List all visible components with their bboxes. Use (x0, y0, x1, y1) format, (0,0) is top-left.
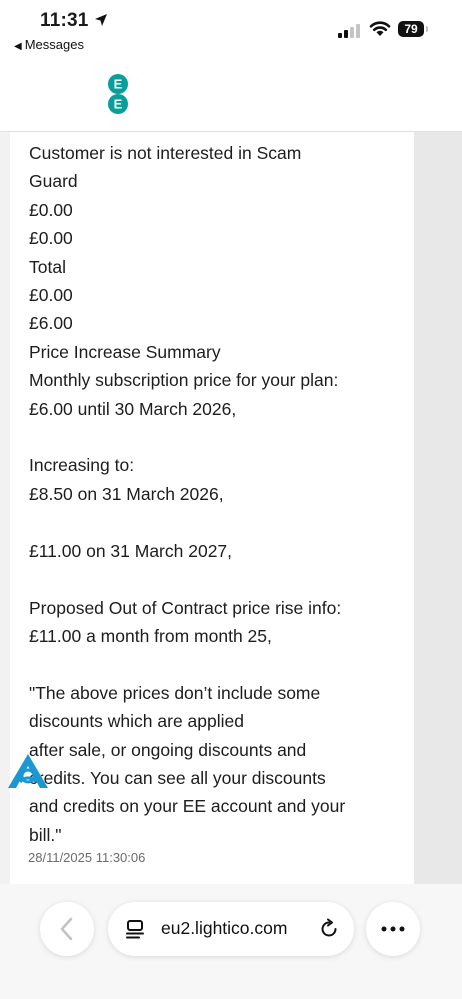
page-menu-icon (126, 920, 144, 939)
side-panel (414, 132, 462, 884)
clock-time: 11:31 (40, 10, 89, 31)
content-area[interactable]: Customer is not interested in Scam Guard… (0, 132, 462, 884)
back-to-messages-link[interactable]: ◀ Messages (14, 37, 84, 52)
accessibility-widget-icon[interactable] (6, 752, 50, 790)
more-options-button[interactable] (366, 902, 420, 956)
address-bar[interactable]: eu2.lightico.com (108, 902, 354, 956)
battery-tip (426, 26, 428, 32)
chevron-left-icon (60, 917, 73, 941)
location-arrow-icon (95, 14, 107, 26)
ee-logo: E E (108, 74, 128, 114)
status-bar: 11:31 ◀ Messages 79 (0, 0, 462, 60)
ee-logo-letter-bottom: E (114, 97, 123, 112)
page-header: E E (0, 60, 462, 132)
message-timestamp: 28/11/2025 11:30:06 (28, 850, 146, 865)
cellular-signal-icon (338, 24, 360, 38)
browser-toolbar: eu2.lightico.com (0, 884, 462, 999)
wifi-icon (369, 21, 391, 36)
url-text: eu2.lightico.com (161, 918, 288, 938)
message-body: Customer is not interested in Scam Guard… (29, 143, 346, 845)
message-card: Customer is not interested in Scam Guard… (10, 132, 414, 884)
reload-icon[interactable] (318, 918, 340, 940)
battery-level: 79 (398, 21, 424, 37)
back-triangle-icon: ◀ (14, 41, 22, 52)
browser-back-button[interactable] (40, 902, 94, 956)
ee-logo-letter-top: E (114, 77, 123, 92)
back-app-label: Messages (24, 37, 84, 52)
ellipsis-icon (381, 926, 405, 932)
